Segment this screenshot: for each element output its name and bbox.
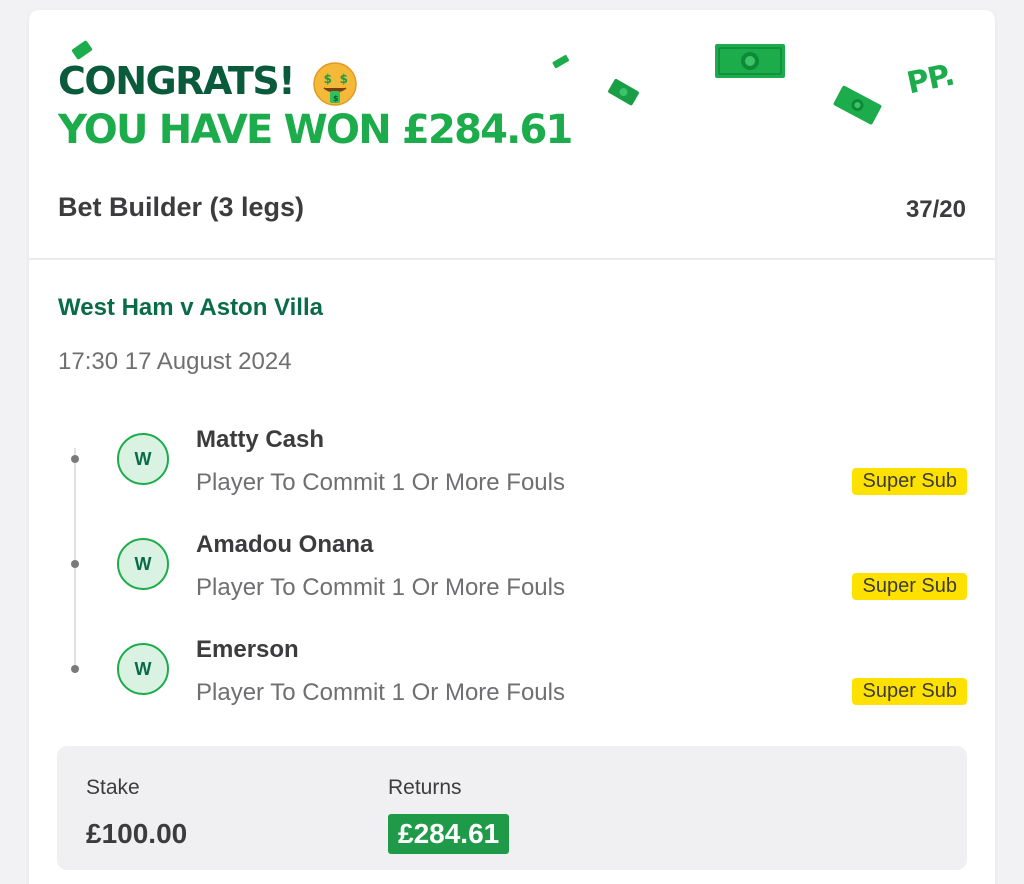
banknote-icon [552, 54, 570, 69]
leg-item: W Amadou Onana Player To Commit 1 Or Mor… [29, 517, 995, 617]
win-badge: W [117, 433, 169, 485]
returns-label: Returns [388, 776, 462, 799]
banknote-icon [833, 85, 882, 125]
won-amount-heading: YOU HAVE WON £284.61 [58, 107, 573, 153]
svg-text:$: $ [339, 72, 347, 86]
leg-item: W Matty Cash Player To Commit 1 Or More … [29, 412, 995, 512]
receipt-header: PP. CONGRATS! $ $ $ YOU HAVE WON £284.61… [29, 10, 995, 260]
banknote-icon [608, 78, 639, 106]
timeline-dot [71, 665, 79, 673]
congrats-text: CONGRATS! [58, 59, 296, 103]
match-datetime: 17:30 17 August 2024 [58, 348, 292, 375]
leg-player-name: Amadou Onana [196, 531, 374, 558]
bet-odds: 37/20 [905, 196, 966, 223]
leg-item: W Emerson Player To Commit 1 Or More Fou… [29, 622, 995, 722]
leg-market: Player To Commit 1 Or More Fouls [196, 679, 565, 706]
bet-receipt-card: PP. CONGRATS! $ $ $ YOU HAVE WON £284.61… [29, 10, 995, 884]
match-name[interactable]: West Ham v Aston Villa [58, 294, 323, 322]
stake-value: £100.00 [86, 818, 188, 849]
leg-player-name: Emerson [196, 636, 299, 663]
paddy-power-logo: PP. [903, 57, 958, 102]
congrats-heading: CONGRATS! $ $ $ [58, 58, 358, 107]
returns-value: £284.61 [388, 814, 510, 854]
banknote-icon [715, 44, 785, 78]
super-sub-tag: Super Sub [852, 678, 967, 705]
timeline-dot [71, 455, 79, 463]
leg-player-name: Matty Cash [196, 426, 325, 453]
bet-summary: Stake £100.00 Returns £284.61 [57, 746, 967, 870]
stake-label: Stake [86, 776, 140, 799]
svg-text:$: $ [323, 72, 331, 86]
win-badge: W [117, 538, 169, 590]
timeline-dot [71, 560, 79, 568]
super-sub-tag: Super Sub [852, 468, 967, 495]
bet-type-title: Bet Builder (3 legs) [58, 192, 305, 222]
leg-market: Player To Commit 1 Or More Fouls [196, 574, 565, 601]
win-badge: W [117, 643, 169, 695]
super-sub-tag: Super Sub [852, 573, 967, 600]
money-mouth-face-icon: $ $ $ [313, 61, 357, 106]
leg-market: Player To Commit 1 Or More Fouls [196, 469, 565, 496]
